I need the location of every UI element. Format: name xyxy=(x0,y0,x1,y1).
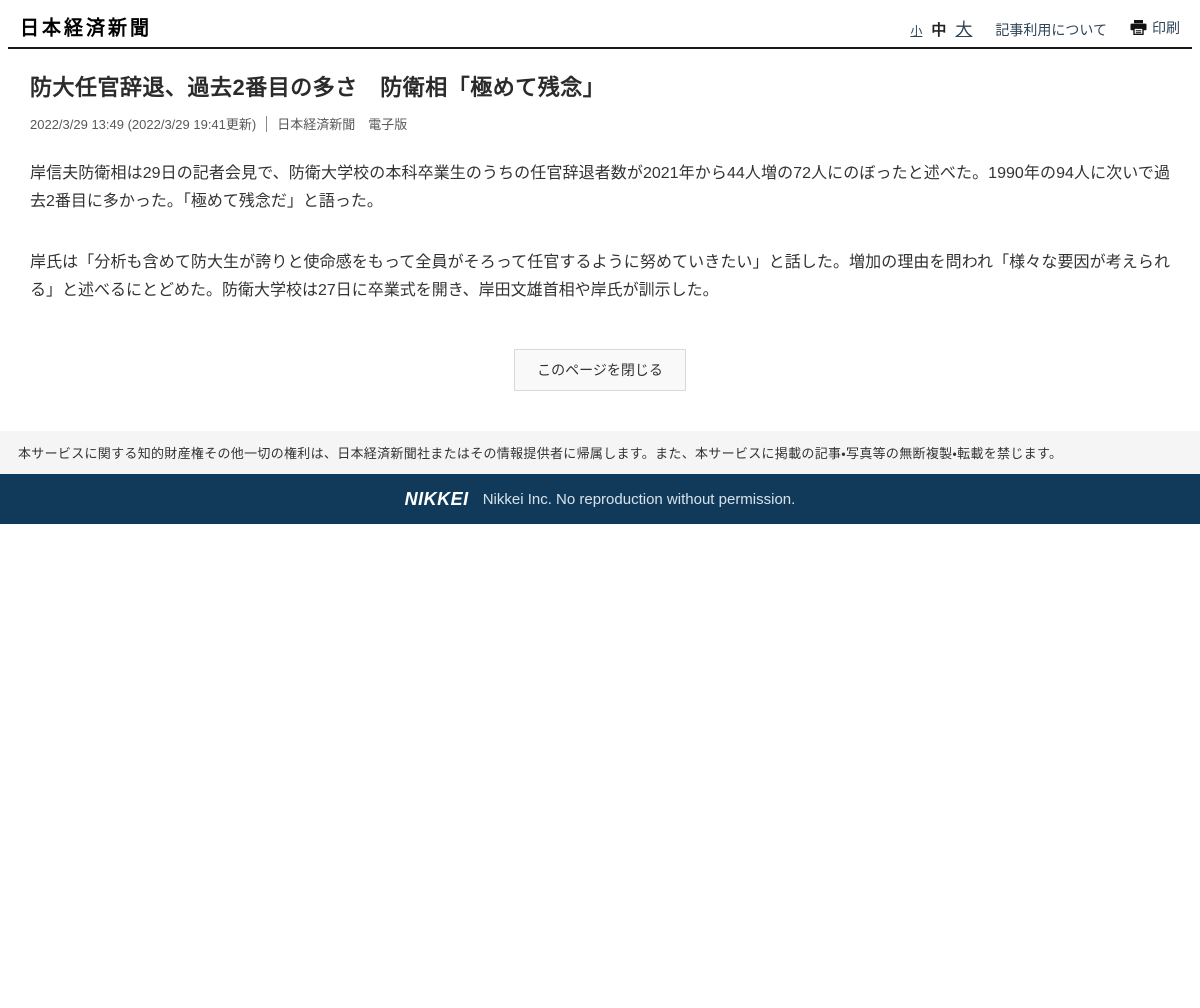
article-meta: 2022/3/29 13:49 (2022/3/29 19:41更新) 日本経済… xyxy=(30,114,1170,133)
article-paragraph-1: 岸信夫防衛相は29日の記者会見で、防衛大学校の本科卒業生のうちの任官辞退者数が2… xyxy=(30,165,1170,210)
print-button[interactable]: 印刷 xyxy=(1130,18,1180,38)
close-page-button[interactable]: このページを閉じる xyxy=(514,349,686,391)
disclaimer-text: 本サービスに関する知的財産権その他一切の権利は、日本経済新聞社またはその情報提供… xyxy=(18,446,1063,461)
footer-bar: NIKKEI Nikkei Inc. No reproduction witho… xyxy=(0,474,1200,524)
header-toolbar: 小 中 大 記事利用について 印刷 xyxy=(910,15,1180,41)
disclaimer-bar: 本サービスに関する知的財産権その他一切の権利は、日本経済新聞社またはその情報提供… xyxy=(0,431,1200,474)
close-button-row: このページを閉じる xyxy=(30,349,1170,391)
nikkei-masthead-logo[interactable]: 日本経済新聞 xyxy=(20,13,152,41)
font-size-large-button[interactable]: 大 xyxy=(955,15,972,40)
font-size-medium-button[interactable]: 中 xyxy=(931,19,946,40)
article-paragraph-2: 岸氏は「分析も含めて防大生が誇りと使命感をもって全員がそろって任官するように努め… xyxy=(30,254,1170,299)
copyright-text: Nikkei Inc. No reproduction without perm… xyxy=(482,490,796,508)
article-body: 岸信夫防衛相は29日の記者会見で、防衛大学校の本科卒業生のうちの任官辞退者数が2… xyxy=(30,160,1170,305)
article-usage-link[interactable]: 記事利用について xyxy=(995,20,1107,40)
article-timestamp: 2022/3/29 13:49 (2022/3/29 19:41更新) xyxy=(30,117,257,132)
meta-divider xyxy=(266,115,268,132)
nikkei-footer-logo: NIKKEI xyxy=(404,488,469,509)
article-title: 防大任官辞退、過去2番目の多さ 防衛相「極めて残念」 xyxy=(30,75,606,100)
print-label: 印刷 xyxy=(1152,19,1180,36)
printer-icon xyxy=(1130,20,1147,35)
page-header: 日本経済新聞 小 中 大 記事利用について 印刷 xyxy=(8,0,1192,49)
article-main: 防大任官辞退、過去2番目の多さ 防衛相「極めて残念」 2022/3/29 13:… xyxy=(0,70,1200,391)
font-size-small-button[interactable]: 小 xyxy=(910,22,922,39)
article-source: 日本経済新聞 電子版 xyxy=(277,117,408,132)
